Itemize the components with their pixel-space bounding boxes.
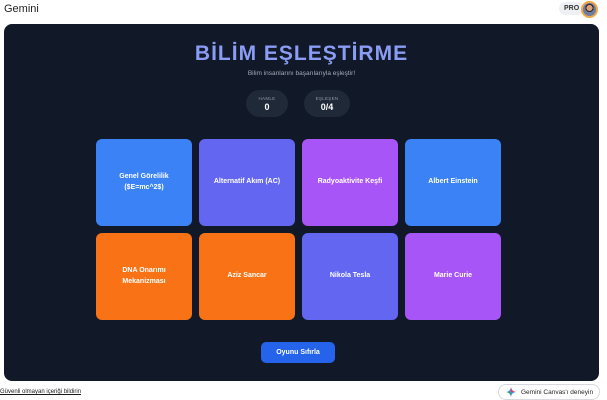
try-canvas-button[interactable]: Gemini Canvas'ı deneyin [498, 384, 600, 400]
top-bar: Gemini PRO [0, 0, 607, 20]
card-3[interactable]: Radyoaktivite Keşfi [302, 139, 398, 226]
matches-label: EŞLEŞEN [315, 96, 339, 101]
card-8[interactable]: Marie Curie [405, 233, 501, 320]
card-4[interactable]: Albert Einstein [405, 139, 501, 226]
reset-game-button[interactable]: Oyunu Sıfırla [261, 342, 335, 363]
gemini-spark-icon [506, 387, 516, 397]
matches-value: 0/4 [320, 102, 334, 112]
report-unsafe-content-link[interactable]: Güvenli olmayan içeriği bildirin [0, 389, 81, 395]
game-title: BİLİM EŞLEŞTİRME [194, 42, 409, 65]
game-canvas: BİLİM EŞLEŞTİRME Bilim insanlarını başar… [4, 24, 599, 381]
game-subtitle: Bilim insanlarını başarılarıyla eşleştir… [247, 70, 356, 77]
card-6[interactable]: Aziz Sancar [199, 233, 295, 320]
card-5[interactable]: DNA Onarımı Mekanizması [96, 233, 192, 320]
moves-stat: HAMLE 0 [246, 90, 288, 117]
moves-label: HAMLE [258, 96, 276, 101]
avatar[interactable] [581, 1, 598, 18]
card-1[interactable]: Genel Görelilik ($E=mc^2$) [96, 139, 192, 226]
card-2[interactable]: Alternatif Akım (AC) [199, 139, 295, 226]
try-canvas-label: Gemini Canvas'ı deneyin [521, 388, 594, 396]
app-title: Gemini [4, 3, 39, 15]
card-7[interactable]: Nikola Tesla [302, 233, 398, 320]
matches-stat: EŞLEŞEN 0/4 [304, 90, 350, 117]
moves-value: 0 [264, 102, 270, 112]
